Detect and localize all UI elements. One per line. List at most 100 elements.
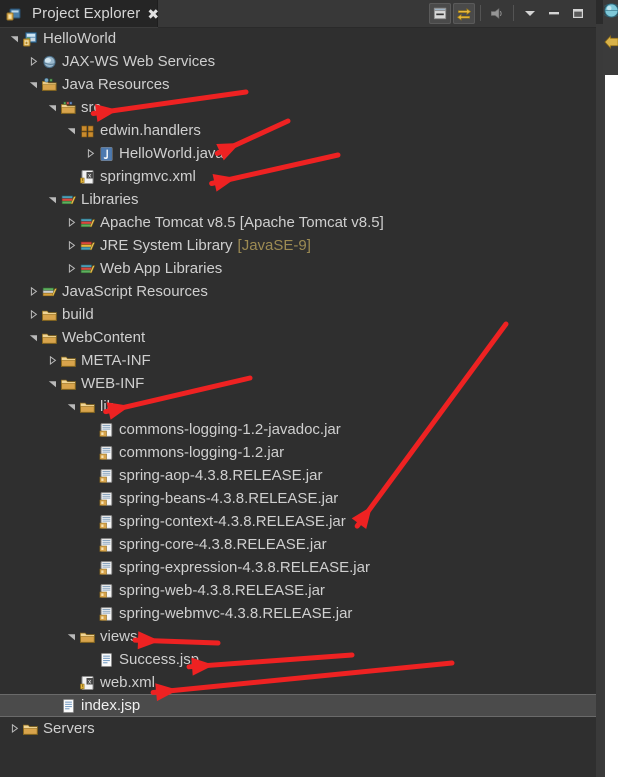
tree-row-label: spring-expression-4.3.8.RELEASE.jar	[119, 559, 370, 576]
svg-text:!: !	[81, 684, 82, 690]
tree-row-label: src	[81, 99, 101, 116]
tree-row[interactable]: JRE System Library [JavaSE-9]	[0, 234, 596, 257]
tree-row[interactable]: spring-webmvc-4.3.8.RELEASE.jar	[0, 602, 596, 625]
chevron-down-icon[interactable]	[46, 188, 59, 211]
chevron-right-icon[interactable]	[65, 211, 78, 234]
twisty-placeholder	[84, 441, 97, 464]
chevron-right-icon[interactable]	[8, 717, 21, 740]
chevron-down-icon[interactable]	[46, 96, 59, 119]
tree-row-label: web.xml	[100, 674, 156, 691]
svg-text:!: !	[81, 178, 82, 184]
tree-row-label: Libraries	[81, 191, 139, 208]
tree-row[interactable]: build	[0, 303, 596, 326]
tree-row[interactable]: JavaScript Resources	[0, 280, 596, 303]
tree-row[interactable]: WebContent	[0, 326, 596, 349]
vertical-scrollbar[interactable]	[596, 24, 603, 777]
tree-row[interactable]: Web App Libraries	[0, 257, 596, 280]
tree-row[interactable]: views	[0, 625, 596, 648]
tree-row-label: springmvc.xml	[100, 168, 196, 185]
jar-icon	[97, 418, 115, 441]
tree-row[interactable]: spring-web-4.3.8.RELEASE.jar	[0, 579, 596, 602]
toolbar-separator	[513, 5, 514, 21]
tree-row-label: commons-logging-1.2-javadoc.jar	[119, 421, 341, 438]
chevron-right-icon[interactable]	[84, 142, 97, 165]
tree-row[interactable]: index.jsp	[0, 694, 596, 717]
chevron-right-icon[interactable]	[65, 257, 78, 280]
tree-row-label: index.jsp	[81, 697, 141, 714]
project-tree[interactable]: HelloWorld JAX-WS Web Services Java Resour…	[0, 27, 596, 777]
tree-row[interactable]: WEB-INF	[0, 372, 596, 395]
tree-row[interactable]: x! springmvc.xml	[0, 165, 596, 188]
tree-row-label: spring-context-4.3.8.RELEASE.jar	[119, 513, 346, 530]
chevron-right-icon[interactable]	[27, 280, 40, 303]
source-folder-icon	[59, 96, 77, 119]
link-with-editor-icon[interactable]	[453, 2, 475, 24]
project-explorer-view: Project Explorer ✖ HelloWorld JAX-WS Web…	[0, 0, 596, 777]
tree-row[interactable]: Success.jsp	[0, 648, 596, 671]
chevron-right-icon[interactable]	[27, 303, 40, 326]
tab-label: Project Explorer	[32, 5, 141, 22]
tree-row[interactable]: Libraries	[0, 188, 596, 211]
js-resources-icon	[40, 280, 58, 303]
tree-row-label: Servers	[43, 720, 95, 737]
tree-row[interactable]: Servers	[0, 717, 596, 740]
eclipse-window: Project Explorer ✖ HelloWorld JAX-WS Web…	[0, 0, 618, 777]
tree-row[interactable]: spring-aop-4.3.8.RELEASE.jar	[0, 464, 596, 487]
twisty-placeholder	[84, 602, 97, 625]
tree-row[interactable]: JAX-WS Web Services	[0, 50, 596, 73]
chevron-down-icon[interactable]	[8, 27, 21, 50]
tree-row[interactable]: src	[0, 96, 596, 119]
tree-row[interactable]: commons-logging-1.2.jar	[0, 441, 596, 464]
chevron-down-icon[interactable]	[46, 372, 59, 395]
chevron-right-icon[interactable]	[46, 349, 59, 372]
close-icon[interactable]: ✖	[147, 7, 159, 21]
tree-row[interactable]: edwin.handlers	[0, 119, 596, 142]
tree-row[interactable]: Apache Tomcat v8.5 [Apache Tomcat v8.5]	[0, 211, 596, 234]
chevron-down-icon[interactable]	[65, 119, 78, 142]
chevron-down-icon[interactable]	[27, 73, 40, 96]
chevron-down-icon[interactable]	[65, 625, 78, 648]
chevron-right-icon[interactable]	[65, 234, 78, 257]
tree-row[interactable]: commons-logging-1.2-javadoc.jar	[0, 418, 596, 441]
focus-on-active-task-icon[interactable]	[486, 3, 508, 24]
tree-row[interactable]: x! web.xml	[0, 671, 596, 694]
chevron-down-icon[interactable]	[27, 326, 40, 349]
tree-row[interactable]: spring-context-4.3.8.RELEASE.jar	[0, 510, 596, 533]
jar-icon	[97, 510, 115, 533]
tree-row[interactable]: spring-beans-4.3.8.RELEASE.jar	[0, 487, 596, 510]
tree-row[interactable]: META-INF	[0, 349, 596, 372]
collapse-all-icon[interactable]	[429, 2, 451, 24]
twisty-placeholder	[65, 671, 78, 694]
folder-icon	[59, 372, 77, 395]
tree-row-label: Success.jsp	[119, 651, 200, 668]
tree-row-label: spring-core-4.3.8.RELEASE.jar	[119, 536, 327, 553]
tree-row[interactable]: Java Resources	[0, 73, 596, 96]
tab-project-explorer[interactable]: Project Explorer ✖	[0, 0, 159, 27]
chevron-right-icon[interactable]	[27, 50, 40, 73]
tree-row[interactable]: HelloWorld	[0, 27, 596, 50]
toolbar-separator	[480, 5, 481, 21]
jar-icon	[97, 487, 115, 510]
tree-row[interactable]: lib	[0, 395, 596, 418]
maximize-icon[interactable]	[567, 3, 589, 24]
chevron-down-icon[interactable]	[65, 395, 78, 418]
tree-row[interactable]: spring-expression-4.3.8.RELEASE.jar	[0, 556, 596, 579]
view-menu-icon[interactable]	[519, 3, 541, 24]
globe-icon[interactable]	[601, 3, 618, 18]
tree-row[interactable]: spring-core-4.3.8.RELEASE.jar	[0, 533, 596, 556]
tree-row[interactable]: HelloWorld.java	[0, 142, 596, 165]
twisty-placeholder	[84, 579, 97, 602]
back-arrow-icon[interactable]	[604, 34, 618, 52]
minimize-icon[interactable]	[543, 3, 565, 24]
